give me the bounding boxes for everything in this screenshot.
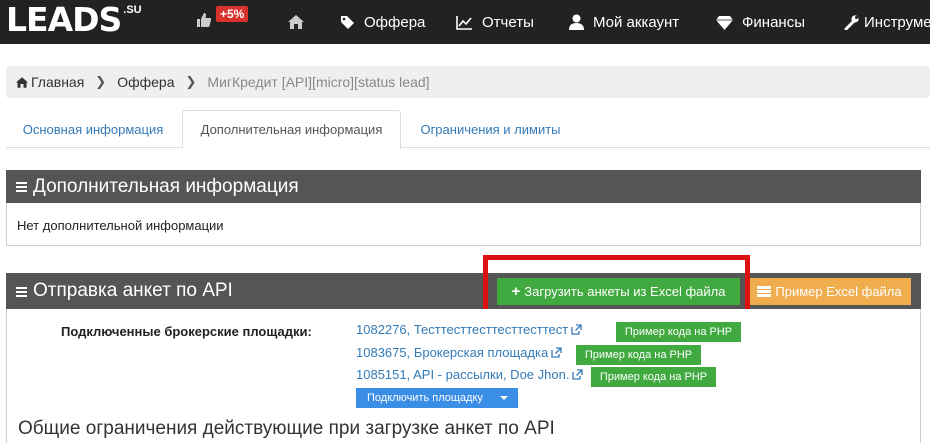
breadcrumb-offers[interactable]: Оффера <box>117 74 174 90</box>
nav-reports[interactable]: Отчеты <box>456 0 534 44</box>
nav-account[interactable]: Мой аккаунт <box>569 0 679 44</box>
nav-offers[interactable]: Оффера <box>340 0 425 44</box>
bonus-badge: +5% <box>216 6 249 22</box>
nav-reports-label: Отчеты <box>482 13 534 31</box>
broker-name: 1085151, API - рассылки, Doe Jhon. <box>356 367 570 382</box>
home-icon <box>288 15 304 29</box>
tab-extra-info-label: Дополнительная информация <box>200 122 383 137</box>
tab-extra-info[interactable]: Дополнительная информация <box>182 110 401 149</box>
breadcrumb: Главная ❯ Оффера ❯ МигКредит [API][micro… <box>6 66 930 98</box>
php-example-label: Пример кода на PHP <box>624 326 733 338</box>
external-link-icon <box>571 324 582 335</box>
nav-tools-label: Инструме <box>864 13 930 31</box>
chevron-right-icon: ❯ <box>95 74 107 89</box>
external-link-icon <box>572 369 584 380</box>
connect-platform-label: Подключить площадку <box>367 392 483 404</box>
caret-down-icon <box>500 396 508 400</box>
tab-bar: Основная информация Дополнительная инфор… <box>6 110 930 149</box>
logo-text: LEADS <box>6 0 122 39</box>
limits-heading: Общие ограничения действующие при загруз… <box>18 418 555 439</box>
breadcrumb-current: МигКредит [API][micro][status lead] <box>207 74 430 90</box>
nav-account-label: Мой аккаунт <box>593 13 680 31</box>
extra-info-text: Нет дополнительной информации <box>17 218 224 233</box>
tab-limits[interactable]: Ограничения и лимиты <box>403 110 578 148</box>
tab-main-info[interactable]: Основная информация <box>6 110 180 148</box>
php-example-label: Пример кода на PHP <box>584 349 693 361</box>
home-icon <box>16 76 28 88</box>
nav-finance[interactable]: Финансы <box>716 0 805 44</box>
broker-name: 1083675, Брокерская площадка <box>356 345 549 360</box>
user-icon <box>569 14 584 30</box>
tag-icon <box>341 15 354 29</box>
nav-finance-label: Финансы <box>742 13 805 31</box>
nav-tools[interactable]: Инструме <box>844 0 930 44</box>
nav-offers-label: Оффера <box>364 13 426 31</box>
broker-link[interactable]: 1083675, Брокерская площадка <box>356 345 562 360</box>
wrench-icon <box>844 14 859 30</box>
table-icon <box>757 286 772 297</box>
nav-home[interactable] <box>288 0 313 44</box>
api-panel-title: Отправка анкет по API <box>33 280 233 301</box>
thumbs-up-icon[interactable] <box>196 12 212 28</box>
menu-icon <box>16 182 27 192</box>
excel-example-button[interactable]: Пример Excel файла <box>748 278 911 305</box>
logo-suffix: .SU <box>123 4 142 16</box>
chart-icon <box>456 15 472 30</box>
excel-example-label: Пример Excel файла <box>775 284 902 299</box>
php-example-button[interactable]: Пример кода на PHP <box>576 345 701 365</box>
external-link-icon <box>551 347 562 358</box>
chevron-right-icon: ❯ <box>185 74 197 89</box>
php-example-button[interactable]: Пример кода на PHP <box>591 367 716 387</box>
extra-info-title: Дополнительная информация <box>33 175 299 197</box>
php-example-label: Пример кода на PHP <box>599 371 708 383</box>
diamond-icon <box>716 15 733 30</box>
connect-platform-button[interactable]: Подключить площадку <box>356 388 518 408</box>
extra-info-panel-body: Нет дополнительной информации <box>6 203 921 246</box>
tab-main-info-label: Основная информация <box>22 121 164 137</box>
breadcrumb-home[interactable]: Главная <box>31 74 84 90</box>
broker-name: 1082276, Тесттесттесттесттесттест <box>356 322 569 337</box>
top-navbar: LEADS .SU +5% Оффера Отчеты Мой аккаунт … <box>0 0 930 44</box>
broker-link[interactable]: 1085151, API - рассылки, Doe Jhon. <box>356 367 584 382</box>
extra-info-panel-header: Дополнительная информация <box>6 170 921 203</box>
brokers-label: Подключенные брокерские площадки: <box>61 324 312 339</box>
php-example-button[interactable]: Пример кода на PHP <box>616 322 741 342</box>
menu-icon <box>16 286 27 297</box>
broker-link[interactable]: 1082276, Тесттесттесттесттесттест <box>356 322 582 337</box>
logo[interactable]: LEADS .SU <box>6 2 142 38</box>
tab-limits-label: Ограничения и лимиты <box>420 121 561 137</box>
